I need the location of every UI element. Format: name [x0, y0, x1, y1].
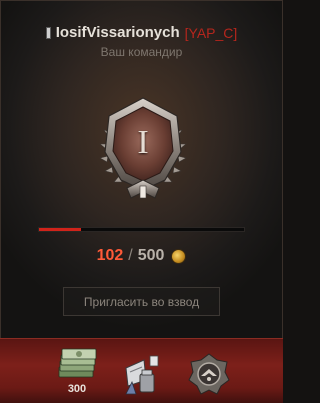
progress-max: 500 — [137, 247, 165, 264]
equipment-kit-icon[interactable] — [120, 350, 164, 398]
player-name[interactable]: IosifVissarionych — [56, 24, 180, 41]
progress-current: 102 — [96, 247, 124, 264]
medal-badge-icon[interactable] — [187, 352, 231, 396]
clan-tag[interactable]: [YAP_C] — [185, 25, 238, 41]
player-role: Ваш командир — [100, 45, 183, 59]
progress-separator: / — [128, 247, 133, 264]
progress-counter: 102 / 500 — [0, 247, 283, 265]
progress-bar-fill — [39, 228, 81, 231]
progress-bar — [39, 228, 244, 231]
invite-to-platoon-button[interactable]: Пригласить во взвод — [63, 287, 220, 316]
credits-amount: 300 — [67, 383, 87, 395]
header: IosifVissarionych [YAP_C] Ваш командир — [0, 24, 283, 59]
rank-numeral: I — [137, 124, 149, 161]
player-name-row: IosifVissarionych [YAP_C] — [0, 24, 283, 41]
referral-panel: IosifVissarionych [YAP_C] Ваш командир I… — [0, 0, 283, 403]
credits-stack-icon[interactable] — [55, 347, 99, 383]
coin-icon — [171, 248, 187, 264]
status-icon — [45, 26, 51, 39]
